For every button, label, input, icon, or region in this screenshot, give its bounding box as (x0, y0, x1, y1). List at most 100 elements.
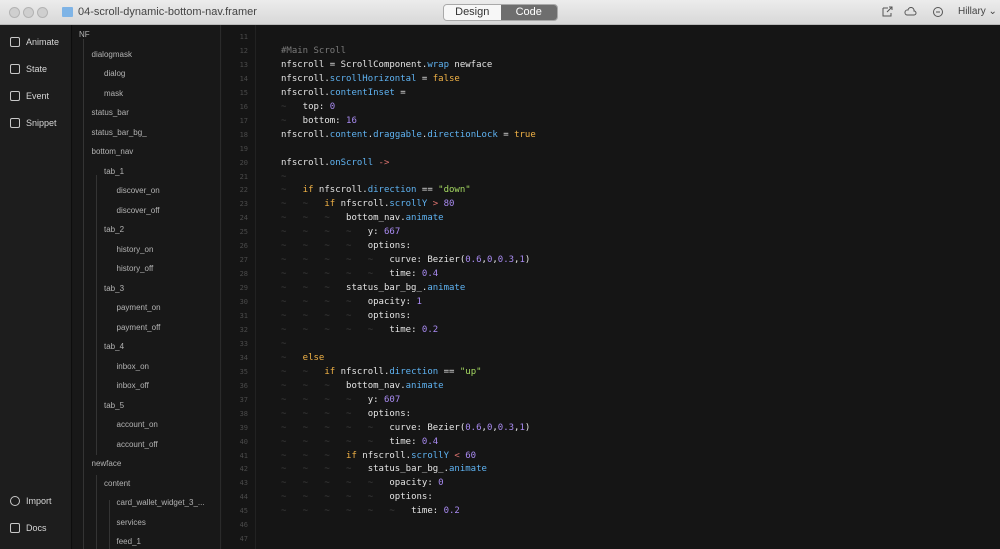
layer-item[interactable]: status_bar_bg_ (92, 128, 147, 137)
code-line: 25 ~ ~ ~ ~ y: 667 (222, 225, 1000, 239)
code-token: options: (367, 408, 412, 419)
layer-item[interactable]: account_on (117, 420, 158, 429)
rail-import[interactable]: Import (10, 494, 52, 508)
rail-snippet[interactable]: Snippet (10, 116, 57, 130)
mode-switch: Design Code (443, 4, 558, 21)
indent-guide: ~ (346, 311, 352, 321)
indent-guide: ~ (324, 492, 330, 503)
indent-guide: ~ (281, 297, 287, 308)
code-token: == (438, 366, 460, 377)
code-line: 38 ~ ~ ~ ~ options: (222, 407, 1000, 421)
rail-animate[interactable]: Animate (10, 35, 59, 49)
indent-guide: ~ (281, 213, 287, 224)
line-number: 11 (239, 33, 248, 41)
comment-icon[interactable] (931, 6, 944, 18)
tree-guide (96, 475, 97, 549)
indent-guide: ~ (346, 227, 352, 238)
layer-item[interactable]: tab_5 (104, 401, 124, 410)
line-number: 31 (239, 312, 248, 320)
code-token: nfscroll. (281, 129, 330, 140)
layer-item[interactable]: dialogmask (92, 50, 132, 59)
layer-item[interactable]: payment_off (117, 323, 161, 332)
layer-item[interactable]: dialog (104, 69, 125, 78)
tree-guide (96, 175, 97, 455)
layer-item[interactable]: status_bar (92, 108, 129, 117)
code-line: 31 ~ ~ ~ ~ options: (222, 309, 1000, 323)
line-number: 17 (239, 116, 248, 125)
layer-item[interactable]: tab_1 (104, 167, 124, 176)
user-menu[interactable]: Hillary ⌄ (958, 6, 997, 17)
minimize-window-button[interactable] (23, 7, 34, 18)
code-token: "up" (459, 366, 482, 377)
rail-event[interactable]: Event (10, 89, 49, 103)
code-token: true (514, 129, 536, 140)
layer-item[interactable]: feed_1 (117, 537, 141, 546)
indent-guide: ~ (281, 115, 287, 126)
layer-item[interactable]: content (104, 479, 130, 488)
layer-item[interactable]: tab_3 (104, 284, 124, 293)
rail-label: State (26, 64, 48, 74)
layer-item[interactable]: inbox_on (117, 362, 149, 371)
layer-item[interactable]: history_off (117, 264, 154, 273)
animate-icon (10, 37, 20, 47)
rail-docs[interactable]: Docs (10, 521, 47, 535)
layer-item[interactable]: inbox_off (117, 381, 149, 390)
indent-guide: ~ (302, 283, 309, 294)
layer-item[interactable]: account_off (117, 440, 158, 449)
layer-item[interactable]: discover_off (117, 206, 160, 215)
code-text: y: 667 (368, 225, 401, 239)
code-line: 46 (222, 518, 1000, 532)
indent-guide: ~ (281, 185, 287, 196)
code-token: nfscroll. (281, 87, 330, 98)
indent-guide: ~ (346, 324, 352, 335)
code-text: status_bar_bg_.animate (368, 462, 487, 476)
layer-item[interactable]: tab_2 (104, 225, 124, 234)
layer-item[interactable]: mask (104, 89, 123, 98)
layer-item[interactable]: NF (79, 30, 90, 39)
code-token: scrollY (389, 199, 428, 210)
line-number: 37 (239, 395, 248, 404)
layer-item[interactable]: newface (92, 459, 122, 468)
design-mode-button[interactable]: Design (444, 5, 501, 20)
cloud-icon[interactable] (904, 6, 917, 18)
line-number: 20 (239, 158, 248, 167)
code-text: options: (368, 239, 411, 253)
layer-item[interactable]: tab_4 (104, 342, 124, 351)
code-text: options: (389, 490, 432, 504)
titlebar: 04-scroll-dynamic-bottom-nav.framer Desi… (0, 0, 1000, 25)
zoom-window-button[interactable] (37, 7, 48, 18)
rail-state[interactable]: State (10, 62, 47, 76)
code-token: curve: Bezier( (389, 255, 466, 266)
close-window-button[interactable] (9, 7, 20, 18)
code-mode-button[interactable]: Code (500, 5, 557, 20)
code-line: 36 ~ ~ ~ bottom_nav.animate (222, 379, 1000, 393)
indent-guide: ~ (302, 324, 309, 335)
layer-item[interactable]: payment_on (117, 303, 161, 312)
code-text: time: 0.4 (389, 267, 438, 281)
layer-item[interactable]: discover_on (117, 186, 160, 195)
code-line: 19 (222, 142, 1000, 156)
code-text: nfscroll = ScrollComponent.wrap newface (281, 58, 492, 72)
code-token: false (432, 73, 460, 84)
document-title: 04-scroll-dynamic-bottom-nav.framer (78, 6, 257, 18)
layer-item[interactable]: history_on (117, 245, 154, 254)
code-editor[interactable]: 11 12 #Main Scroll 13 nfscroll = ScrollCompo… (222, 25, 1000, 549)
indent-guide: ~ (302, 311, 309, 321)
code-text: #Main Scroll (281, 44, 346, 58)
code-token: options: (367, 311, 412, 321)
line-number: 13 (239, 60, 248, 69)
code-token: 0.2 (421, 324, 439, 335)
layer-item[interactable]: services (117, 518, 146, 527)
line-number: 36 (239, 381, 248, 390)
indent-guide: ~ (302, 506, 309, 517)
code-line: 40 ~ ~ ~ ~ ~ time: 0.4 (222, 435, 1000, 449)
indent-guide: ~ (281, 408, 287, 419)
indent-guide: ~ (346, 297, 352, 308)
export-icon[interactable] (880, 6, 893, 18)
code-line: 28 ~ ~ ~ ~ ~ time: 0.4 (222, 267, 1000, 281)
layer-item[interactable]: bottom_nav (92, 147, 134, 156)
code-token: content (329, 129, 368, 140)
layer-item[interactable]: card_wallet_widget_3_... (117, 498, 205, 507)
line-number: 38 (239, 409, 248, 418)
code-token: 0.3 (497, 255, 515, 266)
